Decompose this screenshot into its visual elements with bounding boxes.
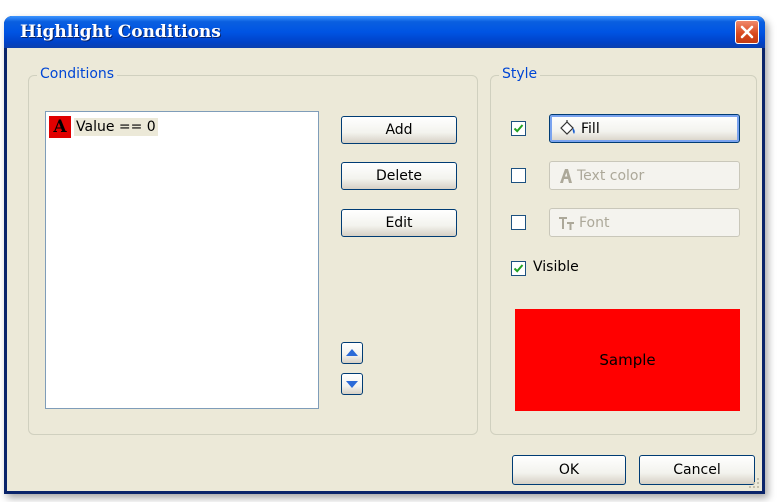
highlight-conditions-dialog: Highlight Conditions Conditions A Value …	[4, 16, 765, 494]
cancel-button[interactable]: Cancel	[639, 455, 755, 485]
text-color-a-icon	[558, 168, 574, 184]
fill-checkbox[interactable]	[511, 121, 526, 136]
arrow-down-icon	[346, 381, 358, 388]
checkmark-icon	[513, 264, 524, 273]
conditions-legend: Conditions	[37, 66, 118, 82]
close-button[interactable]	[735, 20, 759, 44]
conditions-list[interactable]: A Value == 0	[45, 111, 319, 409]
edit-button[interactable]: Edit	[341, 209, 457, 237]
move-down-button[interactable]	[341, 373, 363, 395]
move-up-button[interactable]	[341, 342, 363, 364]
visible-label: Visible	[533, 259, 579, 275]
title-bar[interactable]: Highlight Conditions	[4, 16, 765, 48]
text-color-checkbox[interactable]	[511, 168, 526, 183]
style-legend: Style	[499, 66, 541, 82]
text-color-button[interactable]: Text color	[549, 161, 740, 190]
checkmark-icon	[513, 124, 524, 133]
resize-grip-icon[interactable]	[748, 477, 760, 489]
sample-label: Sample	[599, 351, 656, 369]
arrow-up-icon	[346, 349, 358, 356]
dialog-body: Conditions A Value == 0 Add Delete Edit	[7, 48, 762, 491]
text-color-label: Text color	[577, 167, 645, 184]
conditions-group: Conditions A Value == 0 Add Delete Edit	[28, 66, 478, 435]
fill-label: Fill	[581, 120, 600, 137]
window-title: Highlight Conditions	[20, 22, 221, 42]
add-button[interactable]: Add	[341, 116, 457, 144]
sample-preview: Sample	[515, 309, 740, 411]
delete-button[interactable]: Delete	[341, 162, 457, 190]
paint-bucket-icon	[558, 119, 578, 138]
text-color-icon: A	[49, 116, 71, 138]
close-icon	[740, 25, 754, 39]
font-checkbox[interactable]	[511, 215, 526, 230]
ok-button[interactable]: OK	[512, 455, 626, 485]
visible-checkbox[interactable]	[511, 261, 526, 276]
font-button[interactable]: Font	[549, 208, 740, 237]
list-item-label: Value == 0	[74, 118, 158, 136]
font-label: Font	[579, 214, 610, 231]
font-icon	[558, 215, 576, 231]
fill-button[interactable]: Fill	[549, 114, 740, 143]
list-item[interactable]: A Value == 0	[49, 116, 158, 138]
